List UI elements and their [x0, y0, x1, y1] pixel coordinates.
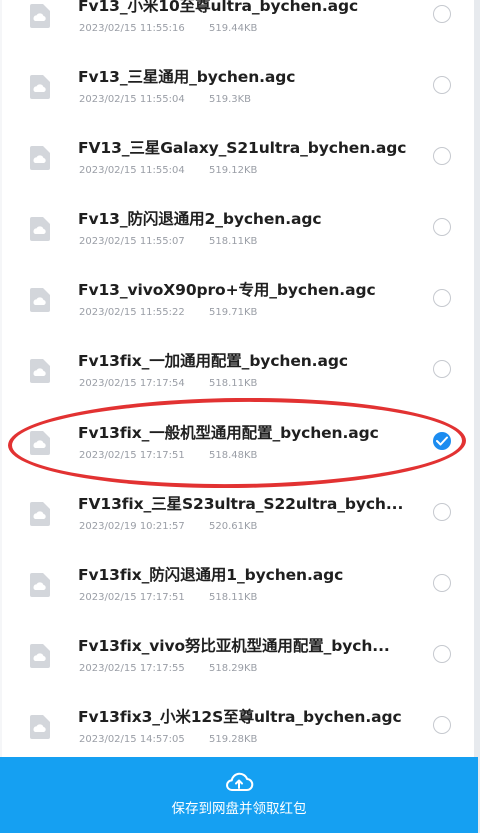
file-size: 518.48KB — [209, 450, 258, 461]
file-row-selected[interactable]: Fv13fix_一般机型通用配置_bychen.agc 2023/02/15 1… — [2, 409, 474, 480]
file-date: 2023/02/15 11:55:07 — [79, 236, 185, 247]
file-size: 519.71KB — [209, 307, 258, 318]
select-radio[interactable] — [433, 645, 451, 663]
file-name: Fv13fix_一加通用配置_bychen.agc — [78, 352, 348, 370]
file-row[interactable]: Fv13_小米10至尊ultra_bychen.agc 2023/02/15 1… — [2, 0, 474, 53]
file-size: 519.28KB — [209, 734, 258, 745]
file-date: 2023/02/15 14:57:05 — [79, 734, 185, 745]
file-icon — [30, 431, 50, 455]
page-edge — [474, 0, 480, 833]
checkmark-icon — [436, 436, 448, 446]
file-name: Fv13_vivoX90pro+专用_bychen.agc — [78, 281, 376, 299]
select-radio-checked[interactable] — [433, 432, 451, 450]
app-screen: Fv13_小米10至尊ultra_bychen.agc 2023/02/15 1… — [0, 0, 480, 833]
file-date: 2023/02/15 11:55:22 — [79, 307, 185, 318]
file-list: Fv13_小米10至尊ultra_bychen.agc 2023/02/15 1… — [2, 0, 474, 757]
file-date: 2023/02/19 10:21:57 — [79, 521, 185, 532]
file-icon — [30, 288, 50, 312]
save-to-cloud-button[interactable]: 保存到网盘并领取红包 — [0, 757, 478, 833]
file-size: 518.11KB — [209, 378, 258, 389]
file-icon — [30, 573, 50, 597]
file-row[interactable]: FV13_三星Galaxy_S21ultra_bychen.agc 2023/0… — [2, 124, 474, 195]
select-radio[interactable] — [433, 76, 451, 94]
file-row[interactable]: Fv13fix_一加通用配置_bychen.agc 2023/02/15 17:… — [2, 337, 474, 408]
select-radio[interactable] — [433, 289, 451, 307]
file-name: Fv13fix_vivo努比亚机型通用配置_bych... — [78, 637, 390, 655]
select-radio[interactable] — [433, 218, 451, 236]
file-date: 2023/02/15 11:55:16 — [79, 23, 185, 34]
file-size: 519.12KB — [209, 165, 258, 176]
file-date: 2023/02/15 11:55:04 — [79, 94, 185, 105]
file-name: FV13_三星Galaxy_S21ultra_bychen.agc — [78, 139, 407, 157]
file-size: 518.11KB — [209, 236, 258, 247]
file-icon — [30, 359, 50, 383]
file-icon — [30, 644, 50, 668]
file-icon — [30, 4, 50, 28]
file-icon — [30, 75, 50, 99]
file-icon — [30, 502, 50, 526]
file-date: 2023/02/15 17:17:54 — [79, 378, 185, 389]
select-radio[interactable] — [433, 360, 451, 378]
select-radio[interactable] — [433, 716, 451, 734]
file-row[interactable]: FV13fix_三星S23ultra_S22ultra_bych... 2023… — [2, 480, 474, 551]
file-name: Fv13_小米10至尊ultra_bychen.agc — [78, 0, 359, 15]
file-size: 518.11KB — [209, 592, 258, 603]
select-radio[interactable] — [433, 147, 451, 165]
file-row[interactable]: Fv13_三星通用_bychen.agc 2023/02/15 11:55:04… — [2, 53, 474, 124]
file-size: 519.3KB — [209, 94, 252, 105]
select-radio[interactable] — [433, 5, 451, 23]
select-radio[interactable] — [433, 503, 451, 521]
file-icon — [30, 146, 50, 170]
file-date: 2023/02/15 17:17:51 — [79, 450, 185, 461]
save-button-label: 保存到网盘并领取红包 — [171, 801, 307, 817]
file-date: 2023/02/15 11:55:04 — [79, 165, 185, 176]
file-name: Fv13_三星通用_bychen.agc — [78, 68, 296, 86]
file-name: Fv13fix3_小米12S至尊ultra_bychen.agc — [78, 708, 402, 726]
select-radio[interactable] — [433, 574, 451, 592]
file-icon — [30, 217, 50, 241]
file-size: 520.61KB — [209, 521, 258, 532]
file-name: Fv13fix_防闪退通用1_bychen.agc — [78, 566, 344, 584]
file-size: 519.44KB — [209, 23, 258, 34]
file-row[interactable]: Fv13fix_防闪退通用1_bychen.agc 2023/02/15 17:… — [2, 551, 474, 622]
file-name: Fv13fix_一般机型通用配置_bychen.agc — [78, 424, 379, 442]
file-name: FV13fix_三星S23ultra_S22ultra_bych... — [78, 495, 404, 513]
file-row[interactable]: Fv13_vivoX90pro+专用_bychen.agc 2023/02/15… — [2, 266, 474, 337]
cloud-upload-icon — [226, 772, 254, 792]
file-date: 2023/02/15 17:17:55 — [79, 663, 185, 674]
file-name: Fv13_防闪退通用2_bychen.agc — [78, 210, 322, 228]
file-row[interactable]: Fv13_防闪退通用2_bychen.agc 2023/02/15 11:55:… — [2, 195, 474, 266]
file-date: 2023/02/15 17:17:51 — [79, 592, 185, 603]
file-row[interactable]: Fv13fix_vivo努比亚机型通用配置_bych... 2023/02/15… — [2, 622, 474, 693]
file-row[interactable]: Fv13fix3_小米12S至尊ultra_bychen.agc 2023/02… — [2, 693, 474, 764]
file-size: 518.29KB — [209, 663, 258, 674]
file-icon — [30, 715, 50, 739]
